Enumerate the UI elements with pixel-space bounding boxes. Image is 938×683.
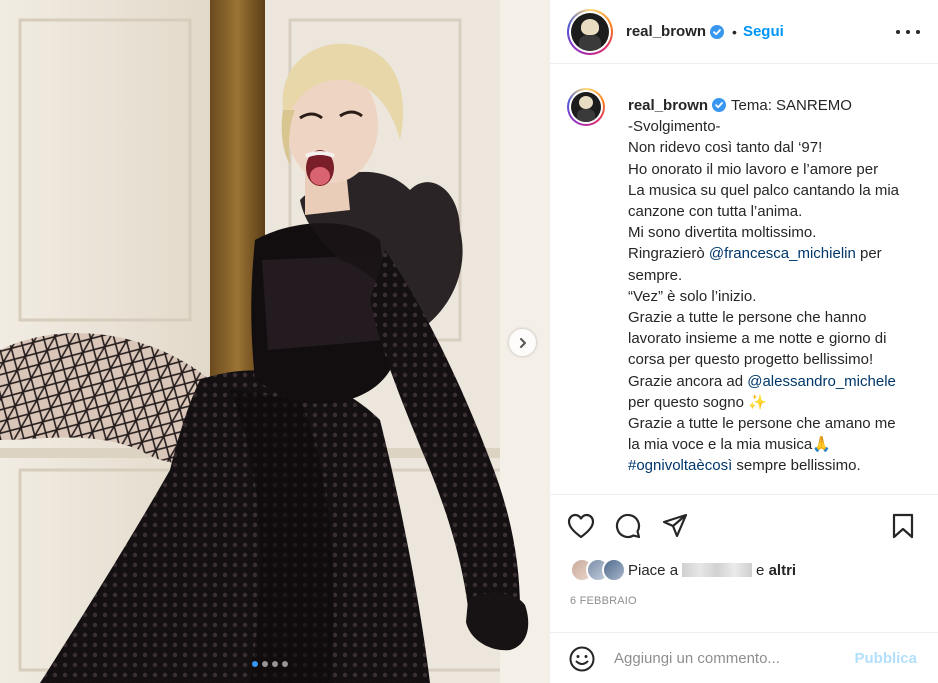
caption-text-segment: la mia voce e la mia musica🙏 [628,436,831,454]
carousel-dots [252,661,288,667]
comment-bubble-icon[interactable] [614,512,642,540]
caption-text-segment: sempre bellissimo. [732,457,861,475]
caption-mention-link[interactable]: @alessandro_michele [747,373,896,390]
caption-line: Grazie a tutte le persone che hanno [628,307,927,328]
more-options-icon[interactable] [896,22,920,42]
caption-text-segment: Ringrazierò [628,245,709,263]
caption-mention-link[interactable]: #ognivoltaècosì [628,457,732,474]
caption-text-segment: “Vez” è solo l’inizio. [628,287,757,305]
bookmark-icon[interactable] [889,512,917,540]
caption-mention-link[interactable]: @francesca_michielin [709,245,856,262]
caption-line: Ringrazierò @francesca_michielin per [628,243,927,264]
avatar[interactable] [567,8,613,55]
carousel-next-button[interactable] [509,329,536,356]
likes-conjunction: e [756,561,765,579]
likes-summary[interactable]: Piace a e altri [570,558,796,582]
caption-line: Mi sono divertita moltissimo. [628,222,927,243]
header-separator: • [732,23,737,40]
caption-line: sempre. [628,265,927,286]
post-side-panel: real_brown • Segui real_brown Tema: SANRE… [549,0,938,683]
carousel-dot [282,661,288,667]
post-date: 6 FEBBRAIO [570,595,637,607]
like-heart-icon[interactable] [567,512,595,540]
caption-text-segment: canzone con tutta l’anima. [628,203,803,221]
caption-text-segment: Grazie ancora ad [628,372,748,390]
comment-bar: Pubblica [550,632,938,683]
verified-badge-icon [712,98,727,112]
caption-line: #ognivoltaècosì sempre bellissimo. [628,455,927,476]
redacted-username [682,563,753,577]
caption-line: lavorato insieme a me notte e giorno di [628,328,927,349]
caption-line: -Svolgimento- [628,116,927,137]
caption-text-segment: Tema: SANREMO [731,97,852,114]
likes-prefix: Piace a [628,561,679,579]
liker-avatars [570,558,628,582]
post-caption: real_brown Tema: SANREMO -Svolgimento- Non … [567,88,927,477]
liker-avatar [602,558,626,582]
caption-text-segment: per [855,245,882,263]
caption-text-segment: lavorato insieme a me notte e giorno di [628,330,887,348]
post-header: real_brown • Segui [550,0,938,64]
follow-button[interactable]: Segui [743,23,784,40]
caption-line: Grazie ancora ad @alessandro_michele [628,371,927,392]
publish-button[interactable]: Pubblica [854,650,917,667]
post-photo[interactable] [0,0,549,683]
carousel-dot [252,661,258,667]
likes-others-link[interactable]: altri [769,562,797,579]
comment-input[interactable] [614,650,844,667]
caption-line: la mia voce e la mia musica🙏 [628,434,927,455]
caption-text-segment: Grazie a tutte le persone che amano me [628,415,896,433]
caption-line: La musica su quel palco cantando la mia [628,180,927,201]
caption-username[interactable]: real_brown [628,97,708,114]
caption-line: per questo sogno ✨ [628,392,927,413]
caption-line: corsa per questo progetto bellissimo! [628,349,927,370]
post-image [0,0,549,683]
share-send-icon[interactable] [661,512,689,540]
caption-line: Grazie a tutte le persone che amano me [628,413,927,434]
header-username[interactable]: real_brown [626,23,706,40]
caption-line: real_brown Tema: SANREMO [628,95,927,116]
caption-line: Non ridevo così tanto dal ‘97! [628,137,927,158]
caption-text-segment: Ho onorato il mio lavoro e l’amore per [628,160,879,178]
chevron-right-icon [519,337,526,348]
avatar-image [571,12,609,51]
verified-badge-icon [710,24,725,39]
emoji-icon[interactable] [568,645,596,673]
caption-text-segment: Non ridevo così tanto dal ‘97! [628,139,823,157]
caption-text-segment: per questo sogno ✨ [628,393,767,411]
carousel-dot [272,661,278,667]
carousel-dot [262,661,268,667]
caption-avatar[interactable] [567,88,605,126]
caption-line: Ho onorato il mio lavoro e l’amore per [628,159,927,180]
caption-text: real_brown Tema: SANREMO -Svolgimento- Non … [628,95,927,477]
caption-text-segment: Mi sono divertita moltissimo. [628,224,817,242]
caption-text-segment: Grazie a tutte le persone che hanno [628,309,867,327]
post-actions: Piace a e altri 6 FEBBRAIO Pubblica [550,494,938,683]
caption-text-segment: corsa per questo progetto bellissimo! [628,351,874,369]
caption-text-segment: La musica su quel palco cantando la mia [628,181,899,199]
caption-line: “Vez” è solo l’inizio. [628,286,927,307]
caption-text-segment: sempre. [628,266,683,284]
caption-text-segment: -Svolgimento- [628,118,721,136]
caption-line: canzone con tutta l’anima. [628,201,927,222]
